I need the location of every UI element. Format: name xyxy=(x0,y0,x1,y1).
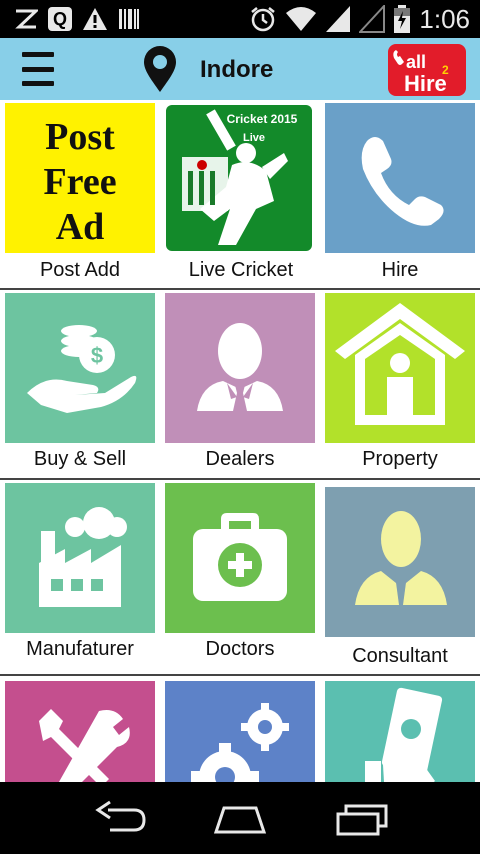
property-image xyxy=(325,293,475,443)
app-bar: Indore all 2 Hire xyxy=(0,38,480,100)
city-name[interactable]: Indore xyxy=(200,56,273,84)
tile-label: Live Cricket xyxy=(188,259,294,281)
svg-text:all: all xyxy=(406,52,426,72)
banner-line-2: Free xyxy=(43,161,117,203)
engineering-image xyxy=(165,681,315,782)
back-icon[interactable] xyxy=(90,800,150,836)
money-hand-icon: $ xyxy=(27,325,137,413)
signal-empty-icon xyxy=(359,5,386,33)
consultant-person-icon xyxy=(355,511,447,605)
finance-image xyxy=(325,681,475,782)
dealers-image xyxy=(165,293,315,443)
svg-text:Cricket 2015: Cricket 2015 xyxy=(227,112,298,126)
manufacturer-image xyxy=(5,483,155,633)
phone-icon xyxy=(361,137,444,226)
tile-label: Doctors xyxy=(205,638,275,660)
consultant-image xyxy=(325,487,475,637)
category-grid: Post Free Ad Post Add Cricket 2015 Live xyxy=(0,100,480,782)
cricket-player-icon: Cricket 2015 Live xyxy=(182,109,298,245)
cricket-banner: Cricket 2015 Live xyxy=(166,105,312,251)
medical-kit-icon xyxy=(193,513,287,601)
dealer-person-icon xyxy=(197,323,283,411)
notification-z-icon xyxy=(15,9,38,29)
svg-text:Hire: Hire xyxy=(404,71,447,96)
warning-icon xyxy=(83,8,107,30)
hire-image xyxy=(325,103,475,253)
row-divider xyxy=(0,478,480,480)
row-divider xyxy=(0,674,480,676)
buy-sell-image: $ xyxy=(5,293,155,443)
post-free-ad-banner: Post Free Ad xyxy=(5,103,155,253)
battery-icon xyxy=(394,5,411,33)
alarm-icon xyxy=(251,7,276,32)
gears-icon xyxy=(191,703,289,782)
row-divider xyxy=(0,288,480,290)
notification-q-icon: Q xyxy=(48,7,72,31)
recent-apps-icon[interactable] xyxy=(332,800,392,836)
wifi-icon xyxy=(286,7,317,31)
tile-label: Post Add xyxy=(39,259,121,281)
banner-line-1: Post xyxy=(45,116,115,158)
home-icon[interactable] xyxy=(210,800,270,836)
status-time: 1:06 xyxy=(419,4,470,34)
tile-label: Dealers xyxy=(205,448,275,470)
location-pin-icon[interactable] xyxy=(140,46,180,94)
cash-hand-icon xyxy=(365,687,443,782)
status-bar: Q 1:06 xyxy=(0,0,480,38)
tile-label: Manufaturer xyxy=(26,638,134,660)
tools-icon xyxy=(39,709,130,782)
banner-line-3: Ad xyxy=(55,206,105,248)
svg-text:$: $ xyxy=(91,343,103,368)
tile-label: Consultant xyxy=(352,645,448,667)
doctors-image xyxy=(165,483,315,633)
factory-icon xyxy=(39,507,127,607)
menu-icon[interactable] xyxy=(22,52,54,86)
call2hire-logo: all 2 Hire xyxy=(388,44,466,96)
services-image xyxy=(5,681,155,782)
barcode-icon xyxy=(119,9,139,29)
tile-label: Property xyxy=(362,448,438,470)
svg-text:Live: Live xyxy=(243,132,265,144)
house-icon xyxy=(335,303,465,425)
tile-label: Buy & Sell xyxy=(33,448,127,470)
signal-icon xyxy=(326,6,351,32)
tile-label: Hire xyxy=(381,259,419,281)
system-nav-bar xyxy=(0,782,480,854)
